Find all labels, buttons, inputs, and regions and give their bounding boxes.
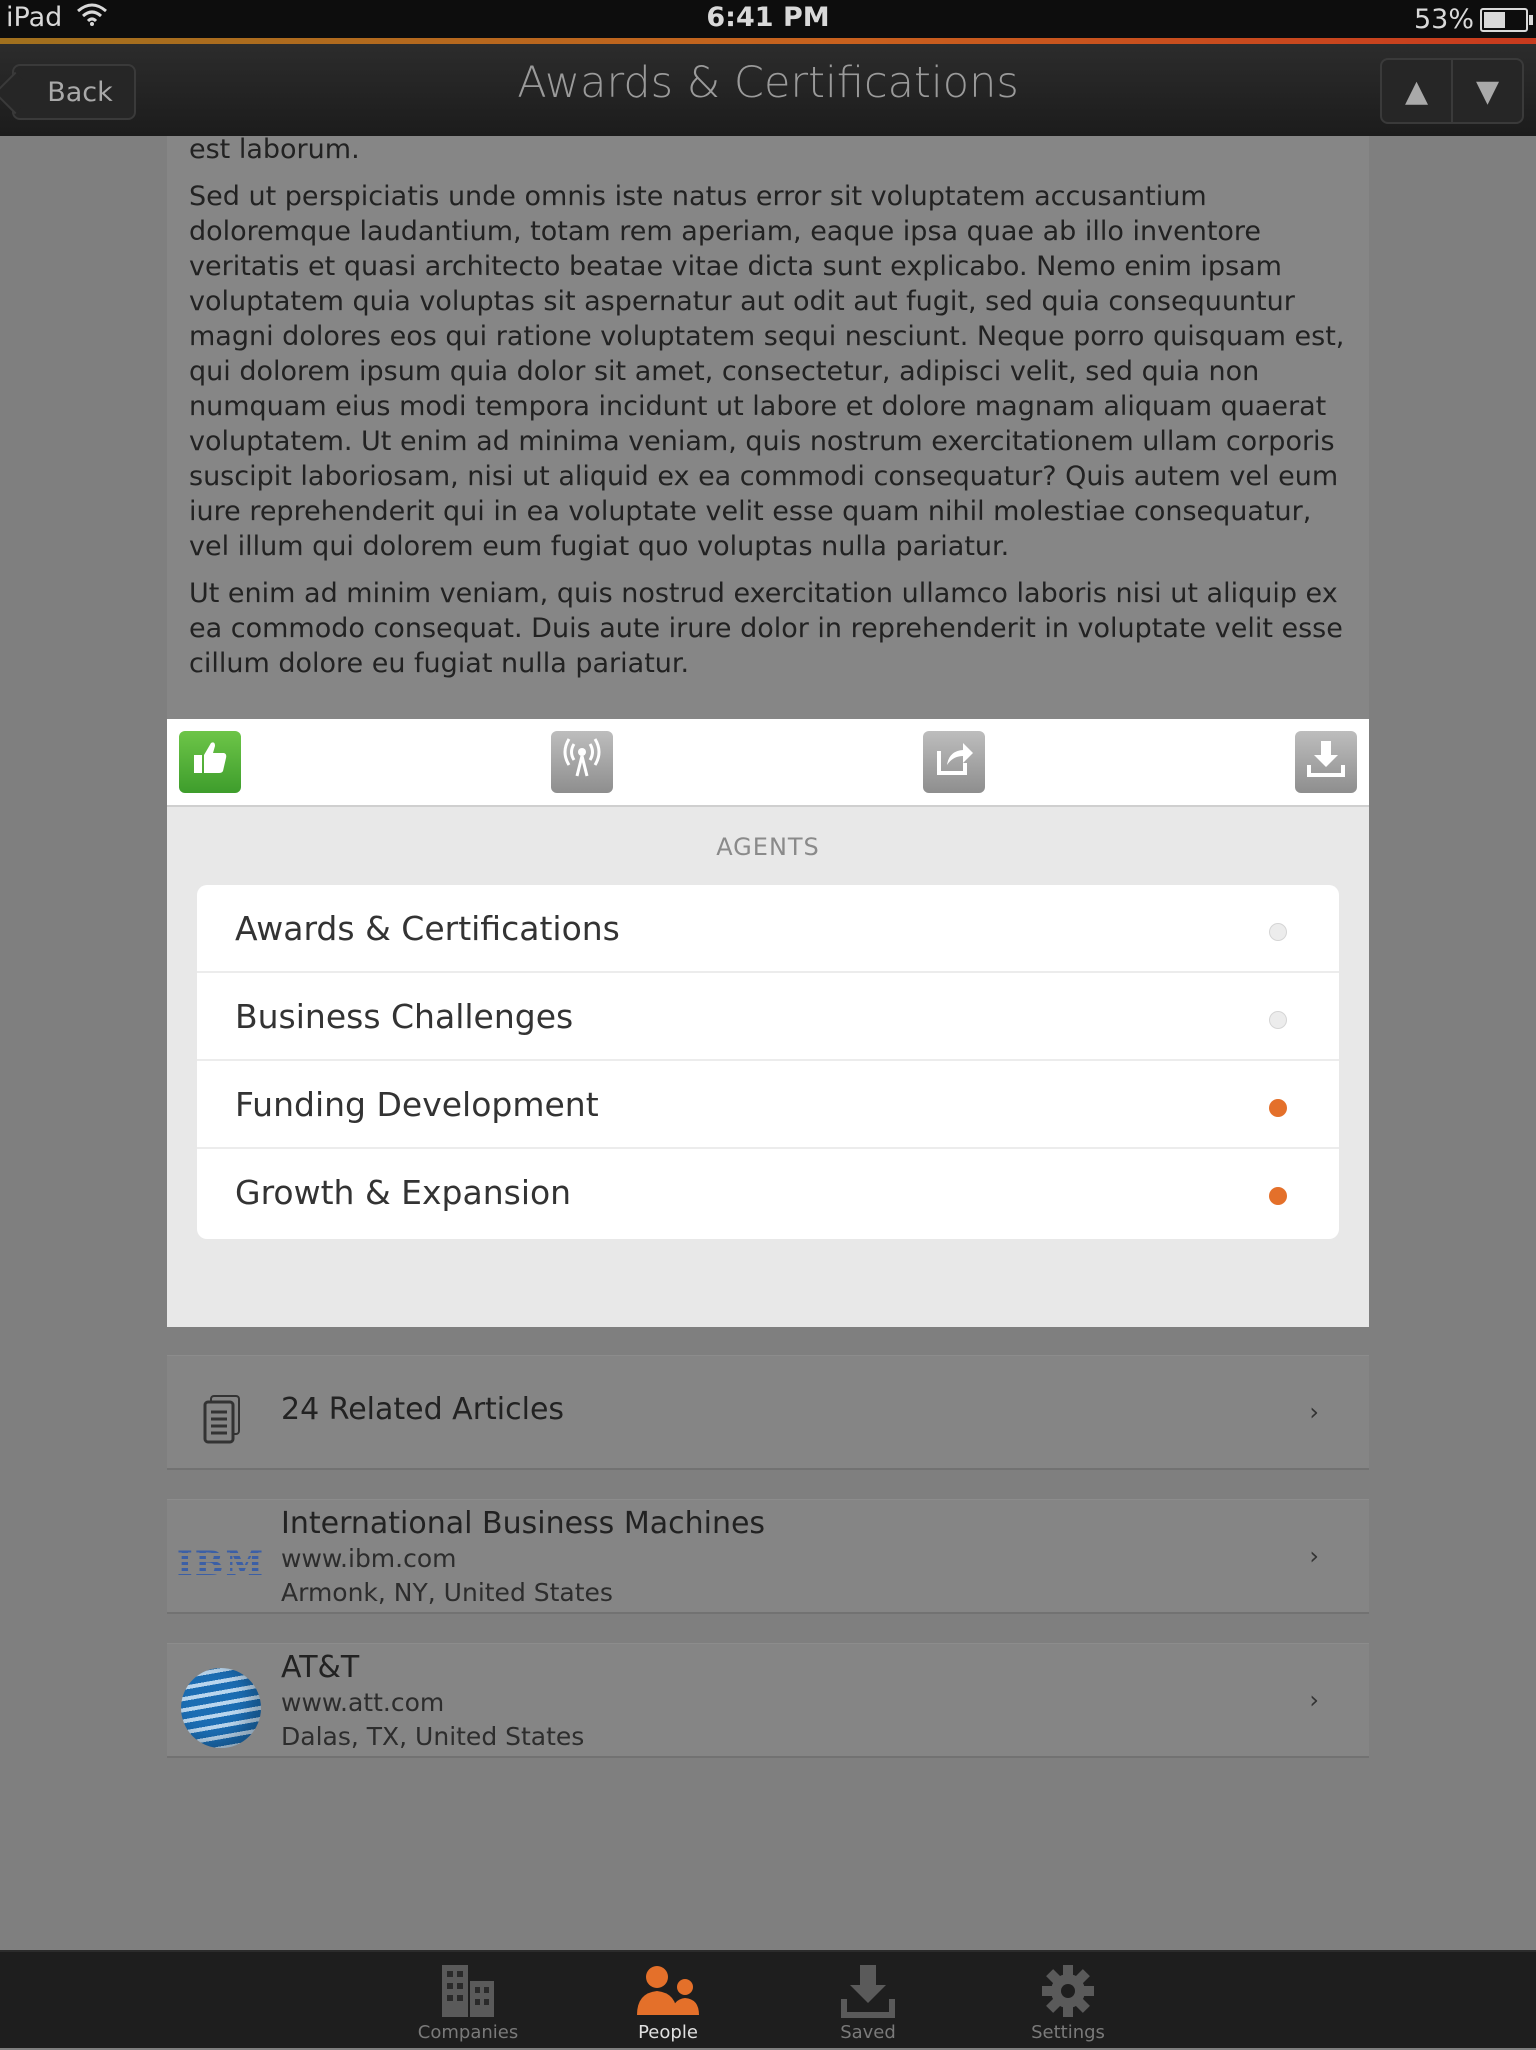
chevron-right-icon: › <box>1309 1686 1319 1714</box>
tab-people[interactable]: People <box>598 1964 738 2050</box>
battery-percent: 53% <box>1413 4 1474 35</box>
company-row-att[interactable]: AT&T www.att.com Dalas, TX, United State… <box>167 1643 1369 1758</box>
status-dot-inactive <box>1269 923 1287 941</box>
battery-icon <box>1480 7 1533 32</box>
agent-label: Funding Development <box>235 1085 599 1124</box>
chevron-right-icon: › <box>1309 1398 1319 1426</box>
agents-heading: AGENTS <box>716 833 820 861</box>
chevron-right-icon: › <box>1309 1542 1319 1570</box>
agent-row-growth-expansion[interactable]: Growth & Expansion <box>197 1149 1339 1239</box>
company-name: International Business Machines <box>281 1506 766 1541</box>
article-paragraph: est laborum. <box>189 134 360 165</box>
next-arrow-button[interactable]: ▼ <box>1451 60 1522 122</box>
agent-row-awards-certifications[interactable]: Awards & Certifications <box>197 885 1339 973</box>
agents-list: Awards & Certifications Business Challen… <box>197 885 1339 1239</box>
saved-download-icon <box>798 1964 938 2018</box>
like-button[interactable] <box>179 731 241 793</box>
status-dot-active <box>1269 1099 1287 1117</box>
broadcast-icon <box>560 736 604 789</box>
agent-row-funding-development[interactable]: Funding Development <box>197 1061 1339 1149</box>
tab-bar: Companies People Saved Settings <box>0 1950 1536 2048</box>
agents-panel: AGENTS Awards & Certifications Business … <box>167 807 1369 1327</box>
article-body: est laborum. Sed ut perspiciatis unde om… <box>167 134 1369 723</box>
agent-label: Growth & Expansion <box>235 1173 572 1212</box>
prev-next-control: ▲ ▼ <box>1380 58 1524 124</box>
company-location: Armonk, NY, United States <box>281 1578 613 1607</box>
download-button[interactable] <box>1295 731 1357 793</box>
share-button[interactable] <box>923 731 985 793</box>
tab-label: Saved <box>840 2022 896 2043</box>
status-right: 53% <box>1413 4 1533 35</box>
gear-icon <box>998 1964 1138 2018</box>
broadcast-button[interactable] <box>551 731 613 793</box>
ibm-logo-text: IBM <box>176 1544 266 1584</box>
status-dot-inactive <box>1269 1011 1287 1029</box>
tab-label: People <box>638 2022 698 2043</box>
download-icon <box>1305 737 1347 788</box>
agent-row-business-challenges[interactable]: Business Challenges <box>197 973 1339 1061</box>
tab-label: Settings <box>1031 2022 1105 2043</box>
thumbs-up-icon <box>190 738 230 787</box>
att-globe-logo <box>181 1668 261 1748</box>
buildings-icon <box>398 1964 538 2018</box>
status-time: 6:41 PM <box>706 2 830 33</box>
arrow-down-icon: ▼ <box>1475 73 1500 109</box>
tab-companies[interactable]: Companies <box>398 1964 538 2050</box>
page-title: Awards & Certifications <box>517 58 1019 108</box>
tab-settings[interactable]: Settings <box>998 1964 1138 2050</box>
document-icon <box>201 1394 240 1444</box>
navigation-bar: Back Awards & Certifications ▲ ▼ <box>0 44 1536 136</box>
ibm-logo: IBM <box>177 1524 263 1604</box>
arrow-up-icon: ▲ <box>1404 73 1429 109</box>
agent-label: Awards & Certifications <box>235 909 620 948</box>
related-articles-label: 24 Related Articles <box>281 1392 565 1427</box>
agent-label: Business Challenges <box>235 997 574 1036</box>
status-dot-active <box>1269 1187 1287 1205</box>
article-paragraph: Ut enim ad minim veniam, quis nostrud ex… <box>189 578 1343 679</box>
action-toolbar <box>167 719 1369 807</box>
related-articles-row[interactable]: 24 Related Articles › <box>167 1355 1369 1470</box>
company-url: www.ibm.com <box>281 1544 457 1573</box>
company-location: Dalas, TX, United States <box>281 1722 585 1751</box>
article-paragraph: Sed ut perspiciatis unde omnis iste natu… <box>189 181 1345 562</box>
company-row-ibm[interactable]: IBM International Business Machines www.… <box>167 1499 1369 1614</box>
status-bar: iPad 6:41 PM 53% <box>0 0 1536 38</box>
previous-arrow-button[interactable]: ▲ <box>1382 60 1451 122</box>
company-url: www.att.com <box>281 1688 445 1717</box>
company-name: AT&T <box>281 1650 360 1685</box>
tab-label: Companies <box>417 2022 519 2043</box>
people-icon <box>598 1964 738 2018</box>
tab-saved[interactable]: Saved <box>798 1964 938 2050</box>
share-icon <box>933 737 975 788</box>
